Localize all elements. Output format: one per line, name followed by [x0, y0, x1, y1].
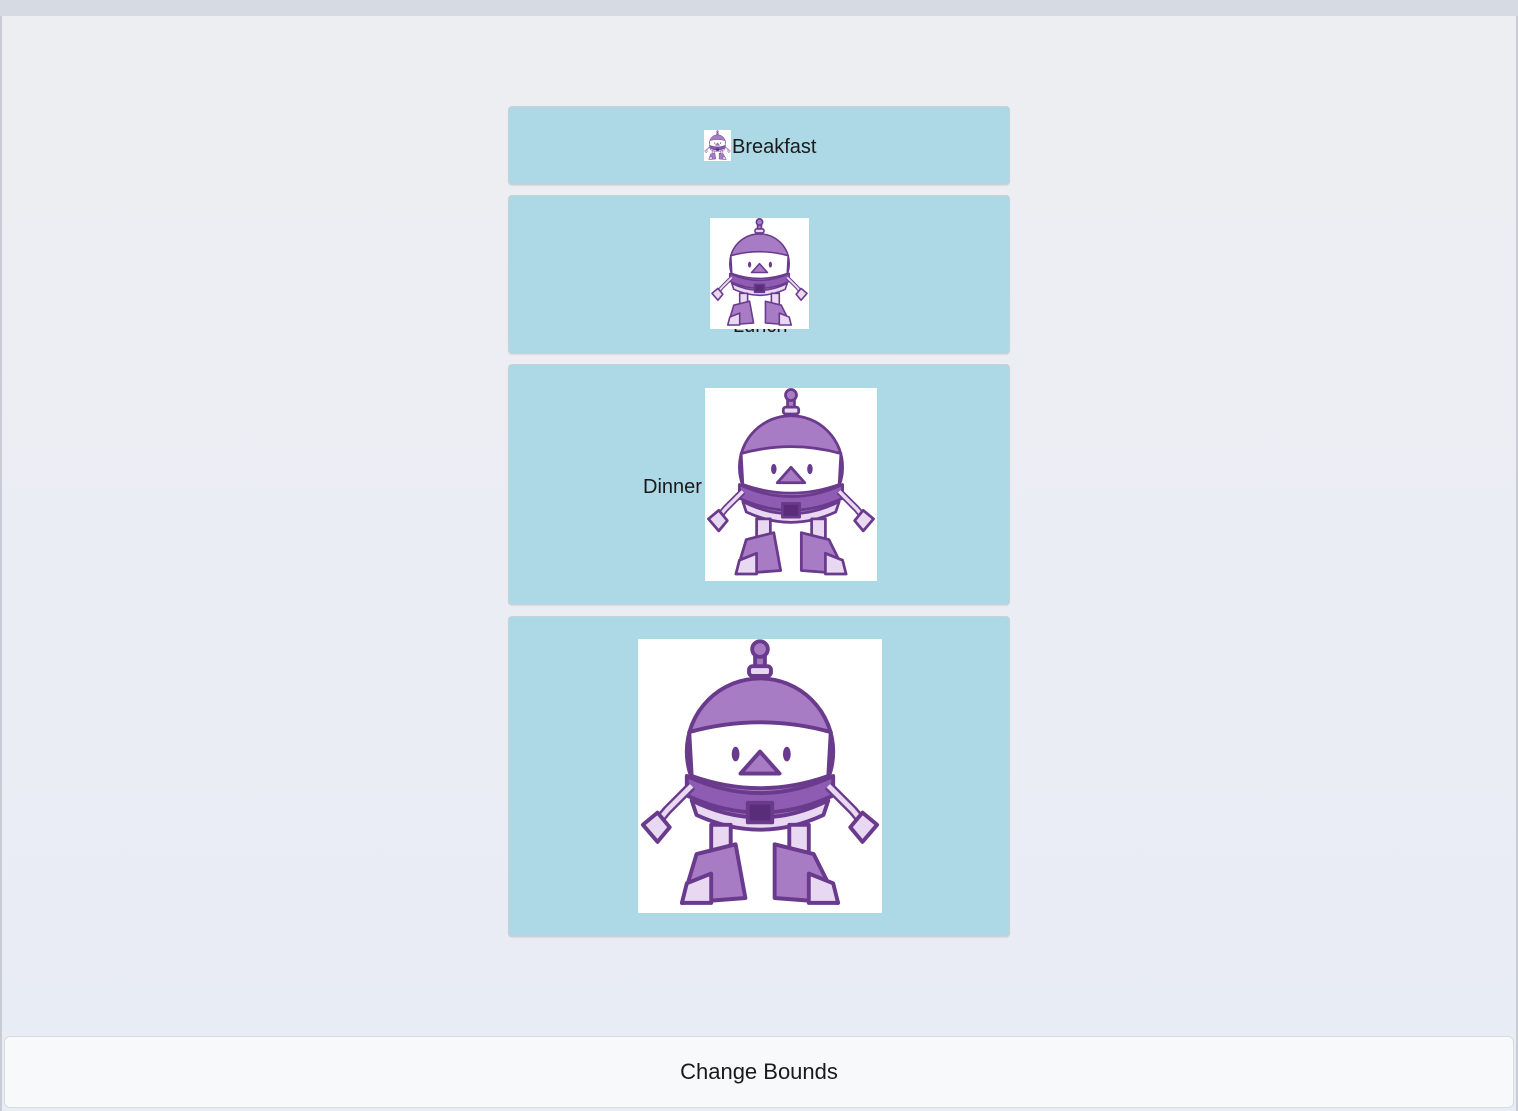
dotnet-bot-robot-icon — [638, 639, 882, 913]
title-bar — [0, 0, 1518, 16]
dotnet-bot-robot-icon — [705, 388, 877, 581]
card-dinner[interactable]: Dinner — [508, 364, 1010, 605]
dotnet-bot-robot-icon — [710, 218, 809, 329]
card-breakfast[interactable]: Breakfast — [508, 106, 1010, 185]
dotnet-bot-robot-icon — [704, 130, 731, 161]
card-label-breakfast: Breakfast — [732, 136, 817, 158]
card-image-only[interactable] — [508, 616, 1010, 937]
app-window: Breakfast Lunch Dinner — [0, 0, 1518, 1111]
card-lunch[interactable]: Lunch — [508, 195, 1010, 354]
change-bounds-button[interactable]: Change Bounds — [4, 1036, 1514, 1108]
card-label-dinner: Dinner — [643, 476, 702, 498]
window-edge-left — [0, 16, 2, 1111]
